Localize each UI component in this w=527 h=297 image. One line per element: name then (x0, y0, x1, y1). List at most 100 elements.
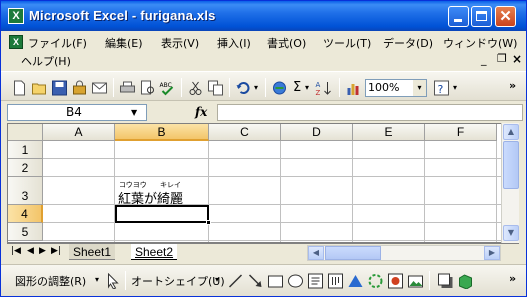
arrow-icon[interactable] (247, 273, 264, 289)
diagram-icon[interactable] (367, 273, 384, 289)
menu-edit[interactable]: 編集(E) (105, 35, 143, 51)
column-header-d[interactable]: D (281, 124, 353, 141)
drawing-overflow-icon[interactable]: » (509, 272, 516, 285)
minimize-icon (454, 19, 462, 22)
draw-menu-button[interactable]: 図形の調整(R) (15, 273, 86, 289)
cut-icon[interactable] (187, 80, 204, 96)
3d-style-icon[interactable] (457, 273, 474, 289)
name-box-dropdown-icon[interactable]: ▼ (131, 108, 137, 117)
menu-window[interactable]: ウィンドウ(W) (443, 35, 517, 51)
menu-data[interactable]: データ(D) (383, 35, 433, 51)
column-header-c[interactable]: C (209, 124, 281, 141)
excel-icon[interactable]: X (8, 8, 24, 24)
oval-icon[interactable] (287, 273, 304, 289)
scroll-left-icon[interactable]: ◀ (308, 246, 324, 260)
column-header-e[interactable]: E (353, 124, 425, 141)
help-dropdown-icon[interactable]: ▾ (453, 83, 457, 92)
sort-ascending-icon[interactable]: AZ (315, 80, 332, 96)
row-header-5[interactable]: 5 (8, 223, 43, 241)
next-sheet-icon[interactable]: ▶ (39, 246, 46, 256)
horizontal-scroll-thumb[interactable] (325, 246, 381, 260)
prev-sheet-icon[interactable]: ◀ (27, 246, 34, 256)
fill-handle[interactable] (206, 220, 211, 225)
zoom-select[interactable]: 100% ▾ (365, 79, 427, 97)
svg-text:A: A (316, 81, 321, 89)
select-all-button[interactable] (8, 124, 43, 141)
worksheet-grid[interactable]: A B C D E F 1 2 3 4 5 コウヨウ キレイ 紅葉が綺麗 (7, 123, 519, 243)
new-icon[interactable] (11, 80, 28, 96)
column-header-a[interactable]: A (43, 124, 115, 141)
active-cell-b4[interactable] (115, 205, 211, 225)
row-header-3[interactable]: 3 (8, 177, 43, 205)
tab-sheet1[interactable]: Sheet1 (69, 244, 116, 260)
zoom-value: 100% (368, 81, 400, 94)
open-icon[interactable] (31, 80, 48, 96)
text-box-icon[interactable] (307, 273, 324, 289)
copy-icon[interactable] (207, 80, 224, 96)
rectangle-icon[interactable] (267, 273, 284, 289)
maximize-button[interactable] (471, 6, 492, 27)
name-box[interactable]: B4 (7, 104, 147, 121)
title-bar[interactable]: X Microsoft Excel - furigana.xls ✕ (1, 1, 526, 31)
minimize-button[interactable] (448, 6, 469, 27)
drawing-toolbar: 図形の調整(R) ▾ オートシェイプ(U) ▾ » (1, 264, 526, 296)
undo-dropdown-icon[interactable]: ▾ (254, 83, 258, 92)
menu-help[interactable]: ヘルプ(H) (21, 53, 71, 69)
menu-format[interactable]: 書式(O) (267, 35, 306, 51)
clip-art-icon[interactable] (387, 273, 404, 289)
sheet-tab-bar: |◀ ◀ ▶ ▶| Sheet1 Sheet2 ◀ ▶ (7, 243, 519, 261)
doc-minimize-icon[interactable]: _ (481, 53, 487, 66)
draw-dropdown-icon[interactable]: ▾ (95, 275, 99, 284)
permission-icon[interactable] (71, 80, 88, 96)
hyperlink-icon[interactable] (271, 80, 288, 96)
toolbar-overflow-icon[interactable]: » (509, 79, 516, 92)
print-icon[interactable] (119, 80, 136, 96)
column-header-f[interactable]: F (425, 124, 497, 141)
horizontal-scrollbar[interactable]: ◀ ▶ (307, 245, 501, 261)
wordart-icon[interactable] (347, 273, 364, 289)
zoom-dropdown-icon[interactable]: ▾ (413, 80, 426, 96)
chart-wizard-icon[interactable] (345, 80, 362, 96)
autosum-icon[interactable]: Σ (293, 80, 301, 95)
email-icon[interactable] (91, 80, 108, 96)
save-icon[interactable] (51, 80, 68, 96)
doc-close-icon[interactable]: × (512, 52, 522, 66)
autoshapes-button[interactable]: オートシェイプ(U) (131, 273, 225, 289)
first-sheet-icon[interactable]: |◀ (11, 246, 21, 256)
tab-sheet2[interactable]: Sheet2 (131, 244, 178, 260)
vertical-text-box-icon[interactable] (327, 273, 344, 289)
menu-insert[interactable]: 挿入(I) (217, 35, 251, 51)
select-objects-icon[interactable] (105, 273, 122, 289)
line-icon[interactable] (227, 273, 244, 289)
formula-input[interactable] (217, 104, 523, 121)
last-sheet-icon[interactable]: ▶| (51, 246, 61, 256)
print-preview-icon[interactable] (139, 80, 156, 96)
excel-window: X Microsoft Excel - furigana.xls ✕ X ファイ… (0, 0, 527, 297)
row-header-2[interactable]: 2 (8, 159, 43, 177)
autoshapes-dropdown-icon[interactable]: ▾ (215, 275, 219, 284)
undo-icon[interactable] (235, 80, 252, 96)
vertical-scroll-thumb[interactable] (503, 141, 519, 189)
scroll-up-icon[interactable]: ▲ (503, 124, 519, 140)
doc-restore-icon[interactable]: ❐ (497, 52, 507, 65)
autosum-dropdown-icon[interactable]: ▾ (305, 83, 309, 92)
scroll-right-icon[interactable]: ▶ (484, 246, 500, 260)
picture-icon[interactable] (407, 273, 424, 289)
menu-file[interactable]: ファイル(F) (28, 35, 87, 51)
shadow-icon[interactable] (437, 273, 454, 289)
menu-tools[interactable]: ツール(T) (323, 35, 371, 51)
row-header-1[interactable]: 1 (8, 141, 43, 159)
help-icon[interactable]: ? (433, 80, 450, 96)
workbook-icon[interactable]: X (9, 35, 23, 49)
vertical-scrollbar[interactable]: ▲ ▼ (501, 123, 519, 243)
standard-toolbar: ABC ▾ Σ ▾ AZ 100% ▾ ? ▾ » (1, 71, 526, 101)
insert-function-icon[interactable]: fx (195, 105, 207, 119)
spelling-icon[interactable]: ABC (159, 80, 176, 96)
menu-view[interactable]: 表示(V) (161, 35, 199, 51)
column-header-b[interactable]: B (115, 124, 209, 141)
close-button[interactable]: ✕ (495, 6, 516, 27)
row-header-4[interactable]: 4 (8, 205, 43, 223)
menu-bar: X ファイル(F) 編集(E) 表示(V) 挿入(I) 書式(O) ツール(T)… (1, 31, 526, 69)
scroll-down-icon[interactable]: ▼ (503, 225, 519, 241)
formula-bar: B4 ▼ fx (1, 102, 526, 122)
